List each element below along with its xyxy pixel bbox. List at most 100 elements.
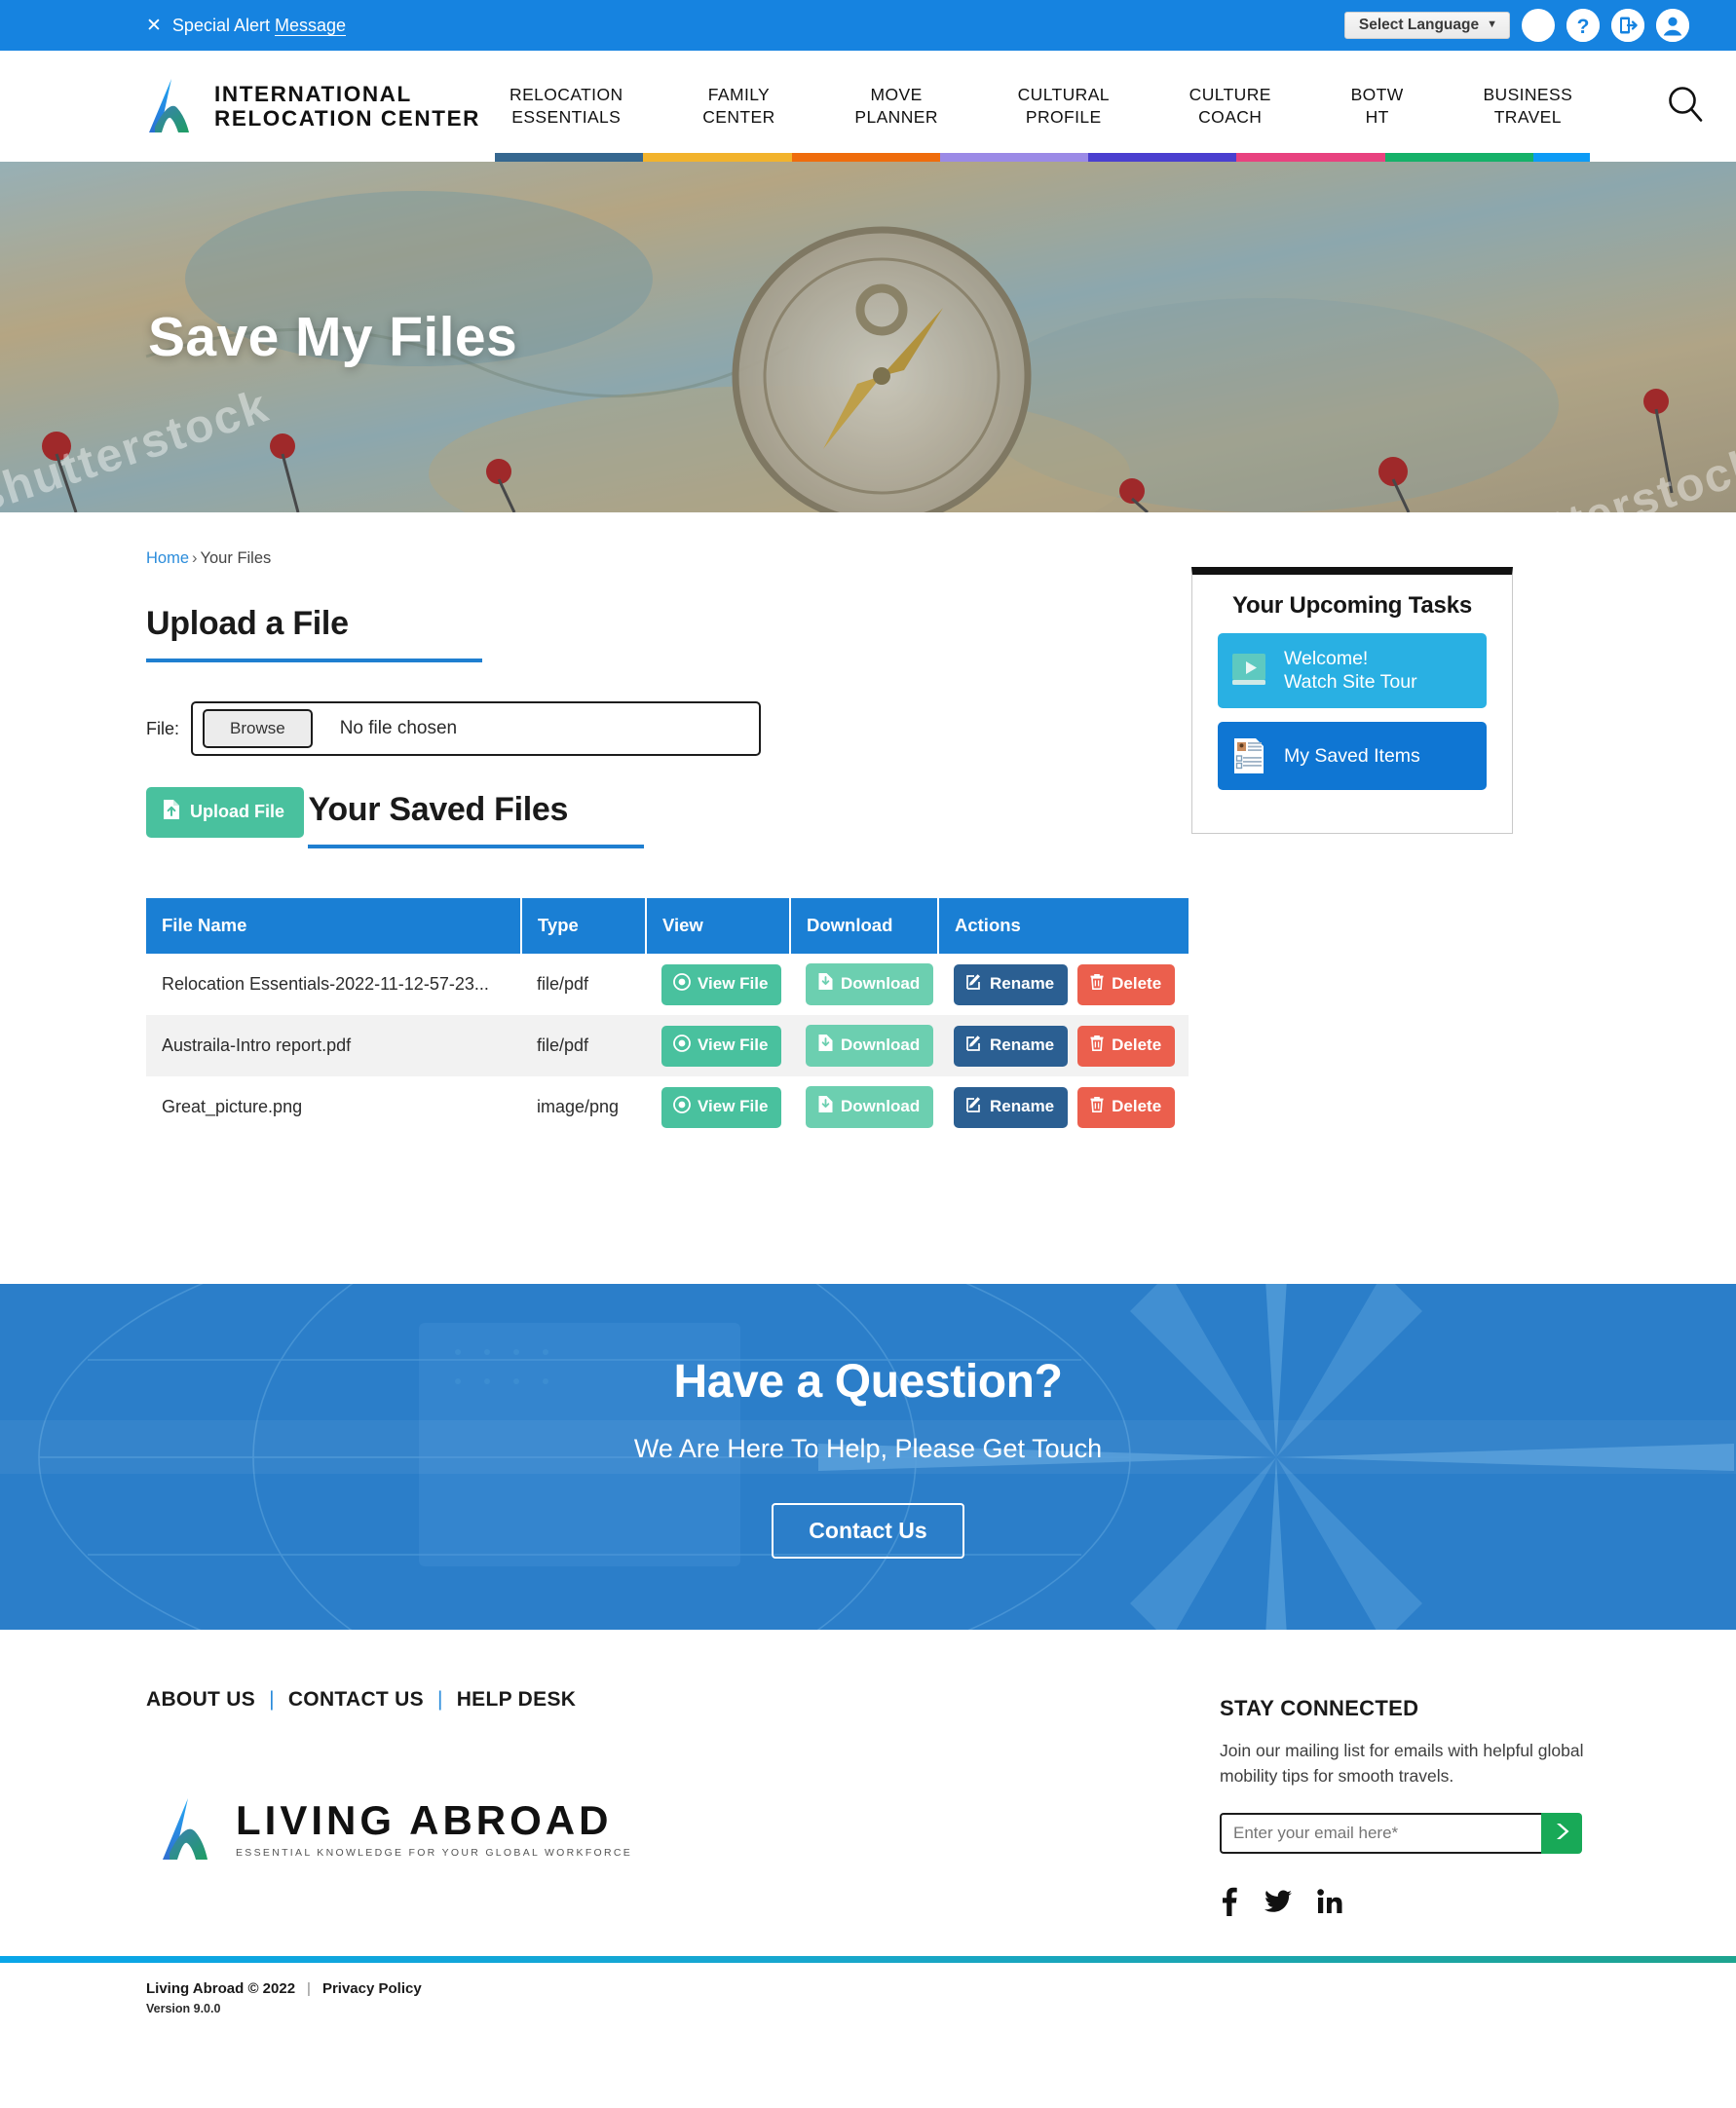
col-view: View [646, 898, 791, 954]
contact-us-button[interactable]: Contact Us [772, 1503, 964, 1559]
delete-button[interactable]: Delete [1077, 1086, 1176, 1128]
breadcrumb-home[interactable]: Home [146, 549, 189, 567]
alert-message-text: Special Alert Message [171, 15, 347, 35]
mailing-list-copy: Join our mailing list for emails with he… [1220, 1741, 1584, 1786]
alert-message-group: ✕ Special Alert Message [146, 16, 346, 36]
nav-item-cultural-profile[interactable]: CULTURAL PROFILE [1012, 84, 1115, 130]
file-picker-row: File: Browse No file chosen [146, 701, 1189, 756]
download-button[interactable]: Download [806, 1086, 934, 1128]
browse-button[interactable]: Browse [203, 709, 313, 748]
nav-color-seg-4 [939, 153, 1089, 162]
view-file-button[interactable]: View File [661, 1025, 782, 1067]
newsletter-form [1220, 1812, 1582, 1854]
delete-button[interactable]: Delete [1077, 1025, 1176, 1067]
task-line-1: Welcome! [1284, 648, 1369, 669]
accessibility-icon[interactable] [1522, 9, 1555, 42]
rename-button[interactable]: Rename [954, 1025, 1069, 1067]
close-icon[interactable]: ✕ [146, 17, 162, 35]
delete-button[interactable]: Delete [1077, 963, 1176, 1005]
rename-button[interactable]: Rename [954, 963, 1069, 1005]
edit-pencil-icon [965, 1035, 983, 1057]
main-left-column: Home › Your Files Upload a File File: Brow… [146, 549, 1189, 1138]
nav-item-botw-ht[interactable]: BOTW HT [1345, 84, 1410, 130]
footer-links: ABOUT US | CONTACT US | HELP DESK [146, 1688, 632, 1712]
col-file-name: File Name [146, 898, 522, 954]
alert-utility-icons: Select Language ▼ ? [1343, 9, 1709, 42]
living-abroad-logo-icon [163, 1798, 208, 1860]
col-actions: Actions [938, 898, 1189, 954]
nav-color-seg-6 [1236, 153, 1385, 162]
user-account-icon[interactable] [1656, 9, 1689, 42]
logout-icon[interactable] [1611, 9, 1644, 42]
file-upload-icon [162, 799, 181, 825]
help-icon[interactable]: ? [1566, 9, 1600, 42]
nav-color-seg-8 [1532, 153, 1590, 162]
page-title: Save My Files [148, 306, 518, 368]
upload-section-heading: Upload a File [146, 605, 482, 662]
edit-pencil-icon [965, 973, 983, 996]
cell-type: image/png [537, 1097, 620, 1116]
version-text: Version 9.0.0 [146, 2001, 221, 2015]
alert-message-link[interactable]: Message [275, 16, 346, 35]
cell-file-name: Great_picture.png [162, 1097, 303, 1116]
facebook-icon[interactable] [1220, 1887, 1239, 1921]
col-download: Download [790, 898, 939, 954]
footer-link-help-desk[interactable]: HELP DESK [457, 1688, 577, 1712]
download-button[interactable]: Download [806, 963, 934, 1005]
footer-link-contact-us[interactable]: CONTACT US [288, 1688, 424, 1712]
download-icon [817, 1095, 834, 1118]
logo-wordmark: INTERNATIONAL RELOCATION CENTER [214, 82, 480, 131]
newsletter-submit-button[interactable] [1541, 1812, 1582, 1854]
view-file-button[interactable]: View File [661, 963, 782, 1005]
task-line-1: My Saved Items [1284, 744, 1420, 767]
nav-item-family-center[interactable]: FAMILY CENTER [697, 84, 780, 130]
footer-bottom-bar: Living Abroad © 2022 | Privacy Policy Ve… [0, 1963, 1736, 2045]
selected-file-name: No file chosen [339, 718, 458, 738]
hero-banner: shutterstock shutterstock Save My Files [0, 162, 1736, 512]
eye-icon [673, 972, 691, 996]
main-right-column: Your Upcoming Tasks Welcome! Watch Site … [1191, 549, 1513, 834]
irc-logo-icon [149, 79, 189, 132]
twitter-icon[interactable] [1264, 1887, 1292, 1921]
eye-icon [673, 1034, 691, 1057]
eye-icon [673, 1095, 691, 1118]
breadcrumb-separator: › [192, 549, 198, 567]
living-abroad-wordmark: LIVING ABROAD ESSENTIAL KNOWLEDGE FOR YO… [236, 1800, 633, 1860]
bottom-divider: | [307, 1979, 311, 1997]
language-selector[interactable]: Select Language ▼ [1343, 12, 1510, 39]
copyright-text: Living Abroad © 2022 [146, 1979, 296, 1997]
footer-link-about-us[interactable]: ABOUT US [146, 1688, 255, 1712]
svg-text:?: ? [1577, 16, 1590, 38]
main-content: Home › Your Files Upload a File File: Brow… [0, 512, 1736, 1284]
cell-file-name: Austraila-Intro report.pdf [162, 1035, 352, 1055]
site-logo[interactable]: INTERNATIONAL RELOCATION CENTER [146, 76, 480, 136]
upload-file-button[interactable]: Upload File [146, 787, 305, 838]
trash-icon [1089, 973, 1105, 996]
task-line-2: Watch Site Tour [1284, 671, 1417, 694]
download-button[interactable]: Download [806, 1025, 934, 1067]
nav-color-seg-1 [495, 153, 644, 162]
email-input[interactable] [1220, 1812, 1541, 1854]
search-icon[interactable] [1664, 83, 1707, 131]
nav-item-culture-coach[interactable]: CULTURE COACH [1184, 84, 1277, 130]
saved-document-icon [1229, 735, 1270, 776]
living-abroad-logo[interactable]: LIVING ABROAD ESSENTIAL KNOWLEDGE FOR YO… [160, 1795, 632, 1863]
copyright-row: Living Abroad © 2022 | Privacy Policy [146, 1980, 1590, 1997]
nav-color-bar [495, 153, 1590, 162]
linkedin-icon[interactable] [1317, 1887, 1342, 1921]
task-card-watch-site-tour[interactable]: Welcome! Watch Site Tour [1218, 633, 1487, 708]
actions-cell: Rename Delete [954, 1025, 1189, 1067]
file-input[interactable]: Browse No file chosen [191, 701, 762, 756]
nav-item-business-travel[interactable]: BUSINESS TRAVEL [1477, 84, 1578, 130]
logo-line-2: RELOCATION CENTER [214, 106, 481, 131]
nav-item-relocation-essentials[interactable]: RELOCATION ESSENTIALS [504, 84, 628, 130]
privacy-policy-link[interactable]: Privacy Policy [322, 1980, 422, 1997]
rename-button[interactable]: Rename [954, 1086, 1069, 1128]
nav-item-move-planner[interactable]: MOVE PLANNER [849, 84, 943, 130]
social-links [1220, 1887, 1590, 1921]
view-file-button[interactable]: View File [661, 1086, 782, 1128]
living-abroad-tagline: ESSENTIAL KNOWLEDGE FOR YOUR GLOBAL WORK… [236, 1847, 633, 1859]
edit-pencil-icon [965, 1096, 983, 1118]
breadcrumb-current: Your Files [200, 549, 272, 567]
task-card-my-saved-items[interactable]: My Saved Items [1218, 721, 1487, 790]
